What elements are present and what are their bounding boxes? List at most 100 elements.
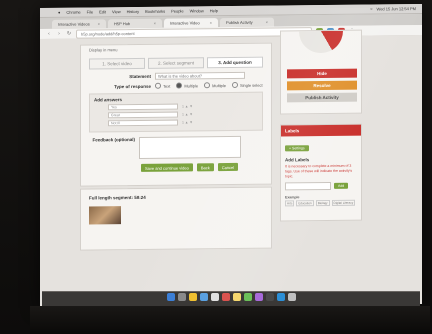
radio-multiple[interactable]: Multiple [176, 82, 198, 89]
menu-people[interactable]: People [171, 8, 183, 13]
answer-controls[interactable]: 1 ▲ ▼ [182, 120, 193, 124]
menu-history[interactable]: History [127, 9, 139, 14]
notes-icon[interactable] [232, 293, 241, 301]
page-content: Display in menu 1. Select video 2. Selec… [40, 29, 422, 308]
answer-input[interactable]: Yes [108, 103, 178, 111]
screen: ● Chrome File Edit View History Bookmark… [40, 3, 422, 308]
close-icon[interactable]: × [154, 21, 156, 26]
answers-panel: Add answers Yes 1 ▲ ▼ Great 1 ▲ ▼ Not Il… [89, 91, 263, 133]
trash-icon[interactable] [287, 293, 296, 301]
appstore-icon[interactable] [276, 293, 285, 301]
statement-input[interactable] [155, 71, 245, 80]
step-add-question[interactable]: 3. Add question [207, 56, 263, 69]
type-label: Type of response [114, 83, 151, 89]
save-continue-button[interactable]: Save and continue video [141, 163, 193, 172]
labels-panel: Labels + Settings Add Labels It is neces… [280, 123, 362, 222]
radio-text[interactable]: Text [155, 82, 170, 89]
menu-file[interactable]: File [87, 9, 93, 14]
back-icon[interactable]: ‹ [46, 31, 52, 37]
launchpad-icon[interactable] [177, 293, 186, 301]
segment-panel: Full length segment: 58:24 [80, 186, 272, 251]
add-label-button[interactable]: Add [334, 182, 349, 189]
tab-h5p-hub[interactable]: H5P Hub × [108, 18, 162, 29]
menu-view[interactable]: View [112, 9, 121, 14]
monitor-base [30, 306, 430, 334]
close-icon[interactable]: × [210, 20, 212, 25]
tab-label: Interactive Videos [58, 21, 90, 27]
question-editor: Display in menu 1. Select video 2. Selec… [80, 42, 272, 187]
type-row: Type of response Text Multiple Multiple … [81, 81, 271, 90]
close-icon[interactable]: × [266, 20, 268, 25]
video-thumbnail[interactable] [89, 206, 121, 225]
statement-label: Statement [129, 73, 151, 80]
hide-button[interactable]: Hide [287, 68, 357, 79]
dock-icons [40, 293, 422, 301]
mail-icon[interactable] [210, 293, 219, 301]
example-tag[interactable]: Education [296, 200, 314, 207]
feedback-row: Feedback (optional) [89, 135, 263, 160]
form-actions: Save and continue video Back Cancel [141, 162, 271, 172]
tab-interactive-videos[interactable]: Interactive Videos × [52, 19, 106, 29]
finder-icon[interactable] [166, 293, 175, 301]
example-tag[interactable]: Biology [315, 199, 330, 207]
add-labels-title: Add Labels [285, 157, 310, 163]
tab-label: H5P Hub [114, 21, 131, 27]
chrome-icon[interactable] [188, 293, 197, 301]
labels-help-text: It is necessary to complete a minimum of… [285, 163, 353, 179]
settings-pill[interactable]: + Settings [285, 145, 309, 152]
menu-edit[interactable]: Edit [99, 9, 106, 14]
cancel-button[interactable]: Cancel [217, 162, 239, 172]
example-tag[interactable]: Digital Literacy [331, 199, 356, 206]
meta-row: Display in menu [89, 47, 118, 53]
tab-publish-activity[interactable]: Publish Activity × [220, 17, 274, 28]
segment-title: Full length segment: 58:24 [89, 194, 146, 201]
radio-multiple-2[interactable]: Multiple [204, 82, 226, 89]
type-radios: Text Multiple Multiple Single select [155, 81, 263, 89]
mac-dock [40, 287, 422, 307]
answer-input[interactable]: Not Ill [108, 119, 178, 127]
close-icon[interactable]: × [98, 21, 100, 26]
answer-controls[interactable]: 1 ▲ ▼ [182, 104, 193, 108]
apple-icon[interactable]: ● [58, 10, 60, 15]
tab-label: Publish Activity [226, 19, 253, 26]
statement-row: Statement [81, 71, 271, 81]
answer-input[interactable]: Great [108, 111, 178, 119]
itunes-icon[interactable] [254, 293, 263, 301]
back-button[interactable]: Back [196, 163, 214, 172]
settings-icon[interactable] [265, 293, 274, 301]
right-sidebar: Hide Resolve Publish Activity Labels + S… [280, 29, 362, 222]
gauge-icon [299, 30, 343, 54]
answer-row: Great 1 ▲ ▼ [108, 111, 258, 119]
messages-icon[interactable] [243, 293, 252, 301]
tab-label: Interactive Video [170, 20, 200, 26]
example-tag[interactable]: Arts [285, 200, 295, 207]
publish-activity-button[interactable]: Publish Activity [287, 92, 357, 103]
example-title: Example [285, 195, 300, 200]
answer-controls[interactable]: 1 ▲ ▼ [182, 112, 193, 116]
reload-icon[interactable]: ↻ [66, 31, 72, 37]
menu-app[interactable]: Chrome [66, 10, 80, 15]
safari-icon[interactable] [199, 293, 208, 301]
wifi-icon[interactable]: ≈ [370, 7, 372, 12]
labels-header: Labels [281, 124, 361, 137]
status-panel: Hide Resolve Publish Activity [280, 29, 362, 115]
feedback-label: Feedback (optional) [92, 137, 135, 143]
feedback-textarea[interactable] [139, 135, 241, 159]
menu-window[interactable]: Window [190, 8, 204, 13]
example-tags: Arts Education Biology Digital Literacy [285, 199, 357, 207]
forward-icon[interactable]: › [56, 31, 62, 37]
answer-row: Not Ill 1 ▲ ▼ [108, 119, 258, 127]
tab-interactive-video[interactable]: Interactive Video × [164, 18, 218, 28]
wizard-steps: 1. Select video 2. Select segment 3. Add… [89, 56, 263, 70]
answers-title: Add answers [94, 97, 123, 103]
label-input[interactable] [285, 181, 331, 191]
step-select-segment[interactable]: 2. Select segment [148, 57, 204, 69]
step-select-video[interactable]: 1. Select video [89, 57, 145, 70]
answer-row: Yes 1 ▲ ▼ [108, 103, 258, 111]
menubar-clock[interactable]: Wed 15 Jun 12:54 PM [376, 6, 416, 11]
menu-help[interactable]: Help [210, 8, 218, 13]
radio-single[interactable]: Single select [231, 81, 263, 88]
calendar-icon[interactable] [221, 293, 230, 301]
menu-bookmarks[interactable]: Bookmarks [145, 9, 165, 14]
resolve-button[interactable]: Resolve [287, 80, 357, 91]
